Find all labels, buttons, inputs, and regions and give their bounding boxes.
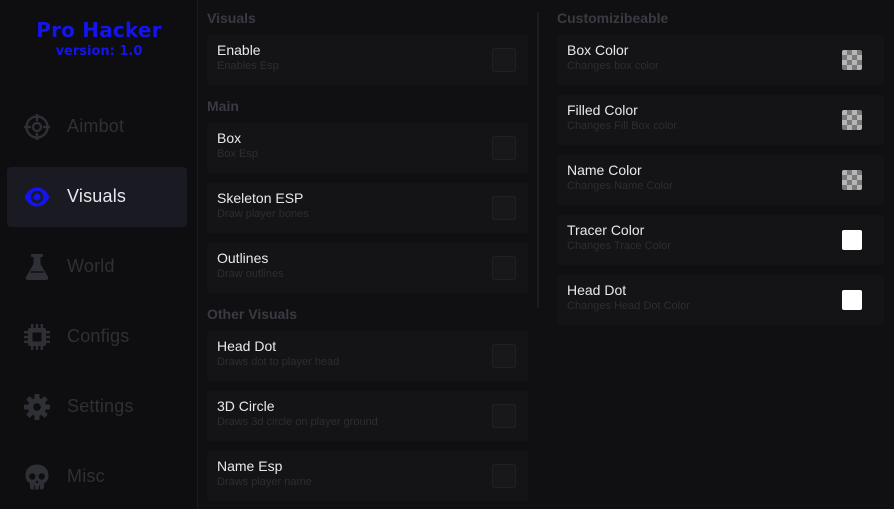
option-desc: Draws 3d circle on player ground [217,416,378,428]
head-dot-color-swatch[interactable] [842,290,862,310]
outlines-checkbox[interactable] [492,256,516,280]
brand: Pro Hacker version: 1.0 [0,18,198,59]
option-title: Outlines [217,250,269,266]
option-title: Enable [217,42,261,58]
sidebar-item-configs[interactable]: Configs [7,307,187,367]
option-desc: Draws dot to player head [217,356,340,368]
box-checkbox[interactable] [492,136,516,160]
skeleton-esp-checkbox[interactable] [492,196,516,220]
section-title-other-visuals: Other Visuals [207,306,298,322]
sidebar-item-label: World [67,256,115,276]
option-desc: Box Esp [217,148,258,160]
section-title-visuals: Visuals [207,10,256,26]
option-tracer-color: Tracer Color Changes Trace Color [557,215,884,265]
sidebar-item-label: Settings [67,396,134,416]
filled-color-swatch[interactable] [842,110,862,130]
brand-version: version: 1.0 [55,44,143,59]
sidebar-item-label: Misc [67,466,105,486]
sidebar-item-misc[interactable]: Misc [7,447,187,507]
name-esp-checkbox[interactable] [492,464,516,488]
name-color-swatch[interactable] [842,170,862,190]
option-title: Filled Color [567,102,638,118]
brand-title: Pro Hacker [36,18,162,42]
option-head-dot: Head Dot Draws dot to player head [207,331,528,381]
chip-icon [23,323,51,351]
option-desc: Changes Fill Box color [567,120,678,132]
option-desc: Draw player bones [217,208,309,220]
option-desc: Changes box color [567,60,659,72]
skull-icon [23,463,51,491]
option-title: Name Color [567,162,642,178]
option-title: 3D Circle [217,398,275,414]
eye-icon [23,183,51,211]
box-color-swatch[interactable] [842,50,862,70]
option-desc: Enables Esp [217,60,279,72]
column-divider [537,12,539,308]
option-head-dot-color: Head Dot Changes Head Dot Color [557,275,884,325]
option-outlines: Outlines Draw outlines [207,243,528,293]
head-dot-checkbox[interactable] [492,344,516,368]
option-title: Head Dot [217,338,277,354]
sidebar-item-label: Aimbot [67,116,125,136]
enable-checkbox[interactable] [492,48,516,72]
option-3d-circle: 3D Circle Draws 3d circle on player grou… [207,391,528,441]
option-desc: Changes Trace Color [567,240,671,252]
option-desc: Changes Head Dot Color [567,300,690,312]
sidebar-item-label: Visuals [67,186,127,206]
option-title: Box [217,130,242,146]
gear-icon [23,393,51,421]
option-desc: Draw outlines [217,268,284,280]
tracer-color-swatch[interactable] [842,230,862,250]
option-title: Skeleton ESP [217,190,304,206]
option-box: Box Box Esp [207,123,528,173]
option-title: Head Dot [567,282,627,298]
option-title: Name Esp [217,458,283,474]
option-box-color: Box Color Changes box color [557,35,884,85]
option-desc: Draws player name [217,476,312,488]
flask-icon [23,253,51,281]
section-title-customizibeable: Customizibeable [557,10,669,26]
option-skeleton-esp: Skeleton ESP Draw player bones [207,183,528,233]
3d-circle-checkbox[interactable] [492,404,516,428]
option-desc: Changes Name Color [567,180,673,192]
crosshair-icon [23,113,51,141]
option-title: Box Color [567,42,629,58]
option-name-color: Name Color Changes Name Color [557,155,884,205]
section-title-main: Main [207,98,239,114]
sidebar-item-label: Configs [67,326,130,346]
sidebar: Pro Hacker version: 1.0 Aimbot Visuals W… [0,0,198,509]
option-title: Tracer Color [567,222,645,238]
option-filled-color: Filled Color Changes Fill Box color [557,95,884,145]
sidebar-item-aimbot[interactable]: Aimbot [7,97,187,157]
sidebar-item-visuals[interactable]: Visuals [7,167,187,227]
option-name-esp: Name Esp Draws player name [207,451,528,501]
option-enable: Enable Enables Esp [207,35,528,85]
sidebar-item-world[interactable]: World [7,237,187,297]
sidebar-item-settings[interactable]: Settings [7,377,187,437]
